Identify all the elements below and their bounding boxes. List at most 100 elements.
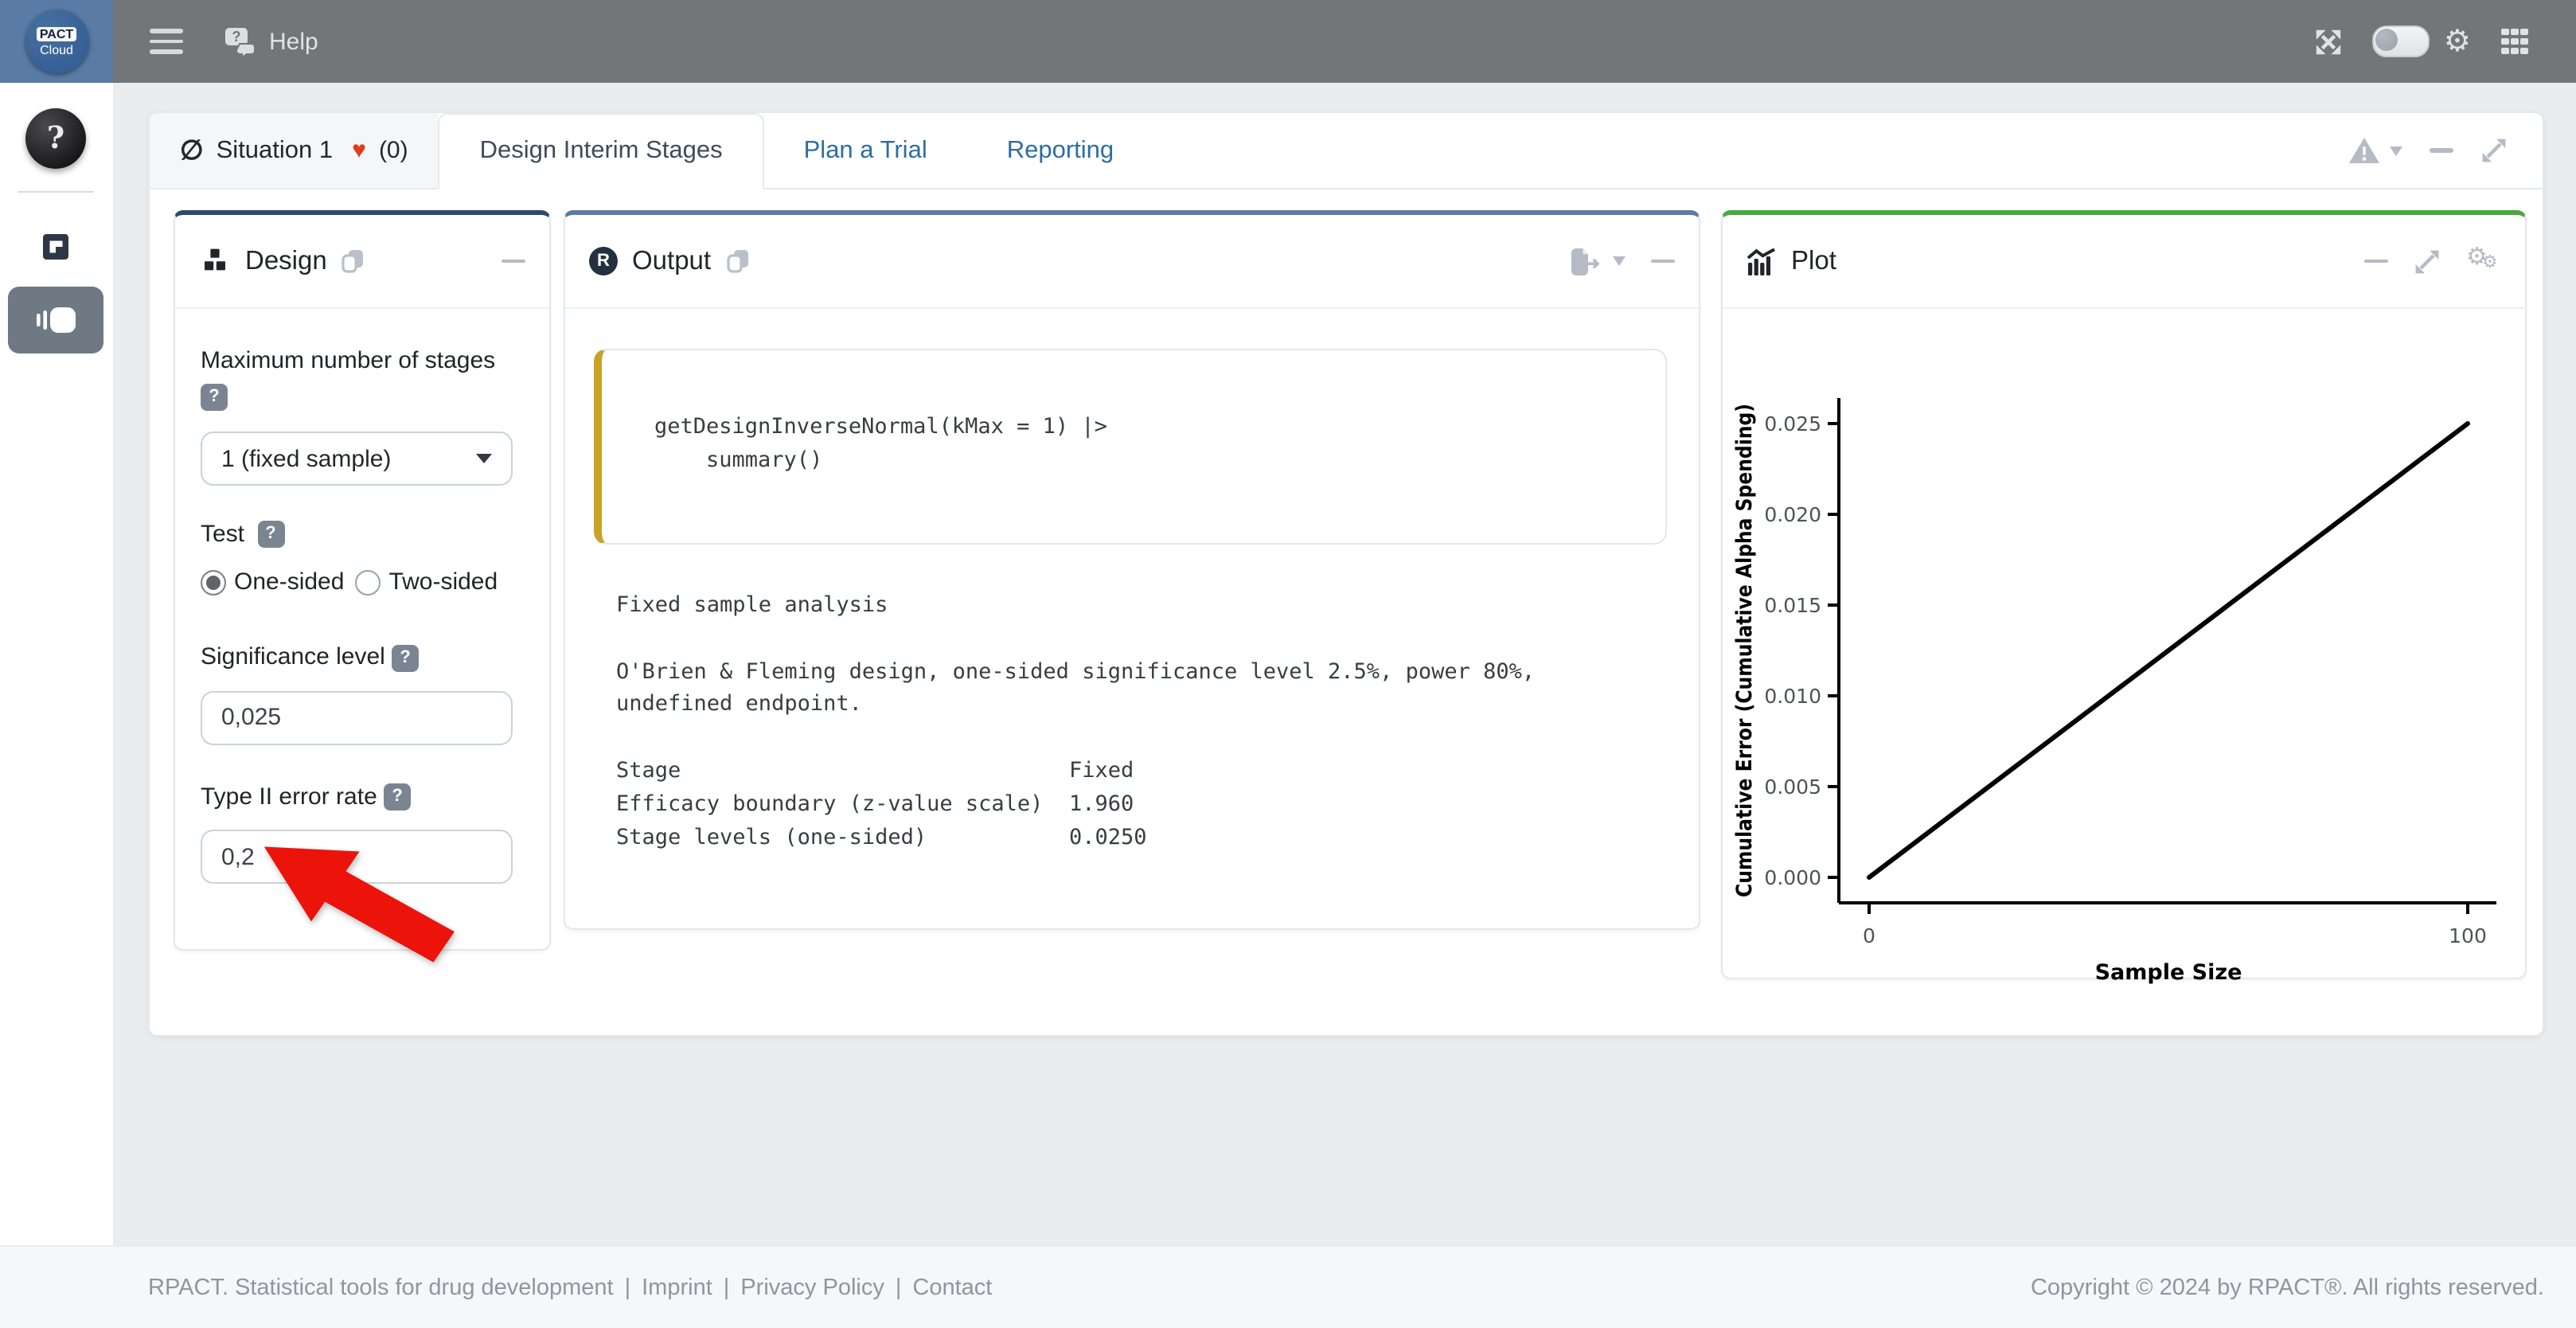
stages-flag-icon: [43, 234, 68, 260]
design-form: Maximum number of stages ? 1 (fixed samp…: [175, 309, 549, 884]
empty-set-icon: ∅: [180, 135, 204, 166]
r-logo-icon: R: [589, 247, 618, 275]
plot-panel-title: Plot: [1791, 246, 1836, 276]
design-panel-header: Design: [175, 215, 549, 309]
select-caret-icon: [476, 454, 492, 463]
tab-label: Reporting: [1007, 136, 1114, 165]
export-file-icon: [1570, 248, 1603, 275]
help-chat-icon: ?: [224, 26, 258, 57]
r-output-text: Fixed sample analysis O'Brien & Fleming …: [616, 589, 1699, 854]
collapse-output-button[interactable]: [1651, 260, 1675, 264]
panel-layout-icon: [35, 306, 76, 334]
output-panel-title: Output: [632, 246, 711, 276]
footer: RPACT. Statistical tools for drug develo…: [0, 1245, 2576, 1328]
settings-gear-icon[interactable]: ⚙: [2444, 26, 2471, 57]
footer-brand: RPACT. Statistical tools for drug develo…: [148, 1275, 614, 1300]
svg-text:Sample Size: Sample Size: [2095, 960, 2242, 985]
collapse-plot-button[interactable]: [2364, 260, 2388, 264]
plot-panel: Plot ⚙ ⚙ 0.0000.0050.0100.0150.0200.0250…: [1721, 210, 2527, 979]
fullscreen-arrows-icon[interactable]: [2313, 26, 2344, 57]
export-dropdown[interactable]: [1570, 248, 1626, 275]
chevron-down-icon: [2390, 146, 2402, 155]
type2-label-row: Type II error rate ?: [201, 783, 524, 810]
heart-icon[interactable]: ♥: [352, 137, 366, 164]
plot-canvas: 0.0000.0050.0100.0150.0200.0250100Cumula…: [1723, 315, 2528, 986]
test-help-icon[interactable]: ?: [257, 521, 284, 548]
apps-grid-icon[interactable]: [2501, 29, 2528, 54]
footer-link-contact[interactable]: Contact: [912, 1275, 992, 1300]
top-bar: PACT Cloud ? Help ⚙: [0, 0, 2576, 83]
output-panel: R Output: [564, 210, 1700, 930]
significance-label-row: Significance level ?: [201, 643, 524, 671]
radio-one-sided[interactable]: [201, 569, 226, 595]
significance-help-icon[interactable]: ?: [392, 644, 419, 671]
collapse-all-button[interactable]: [2430, 149, 2453, 153]
footer-separator: |: [896, 1275, 902, 1300]
tab-label: Plan a Trial: [804, 136, 927, 165]
help-label: Help: [269, 28, 318, 55]
rpact-cloud-logo[interactable]: PACT Cloud: [0, 0, 113, 83]
expand-card-icon[interactable]: [2480, 137, 2508, 164]
footer-link-privacy-policy[interactable]: Privacy Policy: [740, 1275, 884, 1300]
design-panel: Design Maximum number of stages ? 1 (fix…: [174, 210, 551, 951]
max-stages-select[interactable]: 1 (fixed sample): [201, 432, 513, 486]
footer-separator: |: [625, 1275, 631, 1300]
radio-one-sided-label: One-sided: [234, 568, 344, 596]
svg-text:Cumulative Error (Cumulative A: Cumulative Error (Cumulative Alpha Spend…: [1732, 404, 1757, 897]
card-toolbar: [2348, 113, 2543, 188]
warnings-dropdown[interactable]: [2348, 137, 2402, 164]
app-root: PACT Cloud ? Help ⚙: [0, 0, 2576, 1328]
sidebar-divider: [18, 191, 94, 193]
test-radio-group: One-sided Two-sided: [201, 568, 524, 596]
r-code-text: getDesignInverseNormal(kMax = 1) |> summ…: [654, 411, 1653, 478]
tab-bar: ∅ Situation 1 ♥ (0) Design Interim Stage…: [150, 113, 2543, 189]
workspace-card: ∅ Situation 1 ♥ (0) Design Interim Stage…: [148, 111, 2544, 1037]
svg-text:0.000: 0.000: [1764, 866, 1821, 889]
left-sidebar: ?: [0, 83, 115, 1245]
toggle-knob: [2375, 29, 2398, 51]
svg-text:100: 100: [2449, 924, 2487, 947]
footer-separator: |: [724, 1275, 730, 1300]
r-code-block: getDesignInverseNormal(kMax = 1) |> summ…: [594, 349, 1667, 545]
type2-help-icon[interactable]: ?: [384, 783, 411, 810]
footer-copyright: Copyright © 2024 by RPACT®. All rights r…: [2031, 1275, 2544, 1300]
significance-label: Significance level: [201, 643, 385, 670]
topbar-right-icons: ⚙: [2313, 25, 2576, 57]
max-stages-label: Maximum number of stages: [201, 347, 524, 374]
tab-situation[interactable]: ∅ Situation 1 ♥ (0): [150, 113, 439, 188]
type2-label: Type II error rate: [201, 783, 377, 810]
annotation-arrow: [261, 844, 474, 975]
significance-input[interactable]: [201, 690, 513, 744]
radio-two-sided[interactable]: [355, 569, 381, 595]
output-panel-header: R Output: [565, 215, 1699, 309]
tab-label: Design Interim Stages: [480, 137, 723, 166]
hamburger-menu-icon[interactable]: [150, 29, 183, 54]
svg-text:?: ?: [232, 28, 241, 44]
tab-plan-a-trial[interactable]: Plan a Trial: [764, 113, 967, 188]
plot-settings-gears-icon[interactable]: ⚙ ⚙: [2466, 247, 2501, 275]
cubes-icon: [199, 247, 231, 275]
plot-panel-header: Plot ⚙ ⚙: [1723, 215, 2525, 309]
logo-text-pact: PACT: [37, 26, 76, 41]
footer-link-imprint[interactable]: Imprint: [642, 1275, 712, 1300]
test-label: Test: [201, 521, 244, 548]
expand-plot-icon[interactable]: [2414, 248, 2441, 275]
warning-triangle-icon: [2348, 137, 2380, 164]
theme-toggle[interactable]: [2372, 25, 2430, 57]
red-arrow-shape: [264, 846, 455, 962]
copy-icon[interactable]: [725, 248, 749, 274]
copy-icon[interactable]: [342, 248, 365, 274]
svg-text:0: 0: [1863, 924, 1875, 947]
max-stages-help-icon[interactable]: ?: [201, 385, 228, 412]
svg-text:0.005: 0.005: [1764, 775, 1821, 799]
collapse-design-button[interactable]: [502, 260, 525, 264]
user-avatar[interactable]: ?: [25, 108, 86, 169]
sidebar-item-stages[interactable]: [43, 234, 68, 268]
sidebar-item-panels-active[interactable]: [8, 287, 103, 353]
situation-label: Situation 1: [217, 136, 334, 165]
tab-reporting[interactable]: Reporting: [967, 113, 1153, 188]
svg-text:0.015: 0.015: [1764, 594, 1821, 617]
tab-design-interim-stages[interactable]: Design Interim Stages: [439, 113, 764, 189]
chevron-down-icon: [1613, 256, 1626, 266]
help-button[interactable]: ? Help: [224, 26, 318, 57]
